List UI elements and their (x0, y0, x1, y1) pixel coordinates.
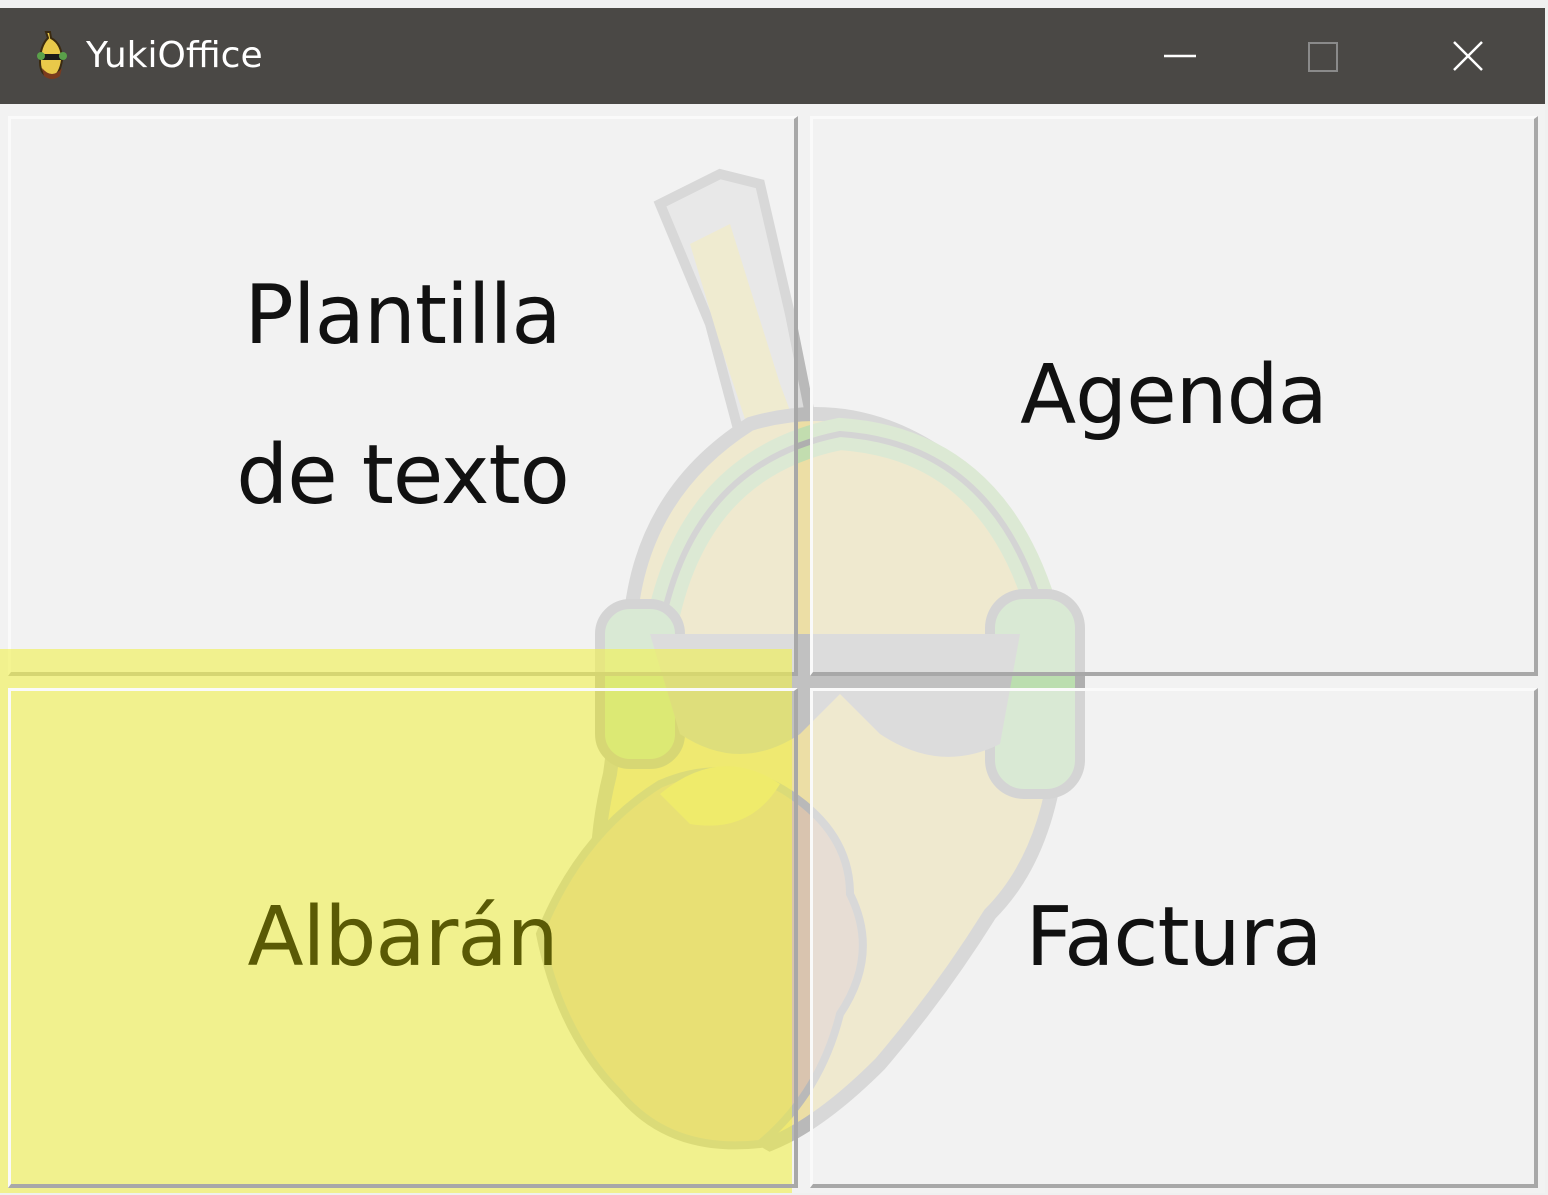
plantilla-label: Plantilla de texto (236, 267, 570, 523)
maximize-icon (1308, 42, 1338, 72)
maximize-button[interactable] (1252, 8, 1392, 104)
minimize-icon (1164, 54, 1196, 58)
albaran-button[interactable]: Albarán (8, 688, 798, 1188)
title-bar[interactable]: YukiOffice (0, 8, 1545, 104)
factura-label: Factura (1025, 889, 1322, 985)
banana-app-icon (32, 30, 72, 80)
agenda-button[interactable]: Agenda (810, 116, 1538, 676)
albaran-label: Albarán (247, 889, 558, 985)
minimize-button[interactable] (1110, 8, 1250, 104)
agenda-label: Agenda (1020, 347, 1328, 443)
plantilla-de-texto-button[interactable]: Plantilla de texto (8, 116, 798, 676)
factura-button[interactable]: Factura (810, 688, 1538, 1188)
close-icon (1453, 41, 1483, 71)
app-window: YukiOffice Plantilla de texto Agenda Alb… (0, 8, 1545, 1193)
window-title: YukiOffice (86, 35, 263, 76)
main-content: Plantilla de texto Agenda Albarán Factur… (0, 104, 1545, 1193)
close-button[interactable] (1398, 8, 1538, 104)
